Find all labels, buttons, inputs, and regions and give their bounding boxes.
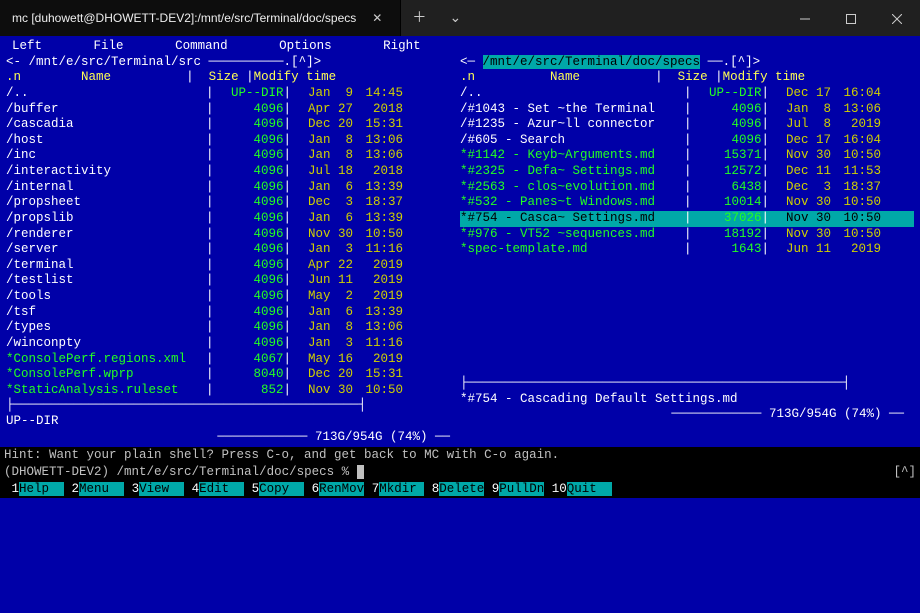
list-item[interactable]: /internal|4096|Jan 613:39 [6, 180, 460, 196]
fkey-number: 3 [124, 482, 139, 496]
right-disk: 713G/954G (74%) [769, 407, 882, 421]
menu-options[interactable]: Options [279, 39, 332, 53]
list-item[interactable]: *#754 - Casca~ Settings.md|37026|Nov 301… [460, 211, 914, 227]
list-item[interactable]: /types|4096|Jan 813:06 [6, 320, 460, 336]
fkey-edit[interactable]: Edit [199, 482, 244, 496]
fkey-number: 7 [364, 482, 379, 496]
list-item[interactable]: /host|4096|Jan 813:06 [6, 133, 460, 149]
window-titlebar: mc [duhowett@DHOWETT-DEV2]:/mnt/e/src/Te… [0, 0, 920, 36]
list-item[interactable]: /#1235 - Azur~ll connector|4096|Jul 8 20… [460, 117, 914, 133]
minimize-button[interactable] [782, 0, 828, 36]
list-item[interactable]: *#976 - VT52 ~sequences.md|18192|Nov 301… [460, 227, 914, 243]
fkey-number: 5 [244, 482, 259, 496]
list-item[interactable]: *#1142 - Keyb~Arguments.md|15371|Nov 301… [460, 148, 914, 164]
left-column-header: .n Name | Size |Modify time [6, 70, 460, 86]
list-item[interactable]: /propslib|4096|Jan 613:39 [6, 211, 460, 227]
list-item[interactable]: /testlist|4096|Jun 11 2019 [6, 273, 460, 289]
list-item[interactable]: /propsheet|4096|Dec 318:37 [6, 195, 460, 211]
right-column-header: .n Name | Size |Modify time [460, 70, 914, 86]
fkey-delete[interactable]: Delete [439, 482, 484, 496]
list-item[interactable]: /#605 - Search|4096|Dec 1716:04 [460, 133, 914, 149]
list-item[interactable]: /winconpty|4096|Jan 311:16 [6, 336, 460, 352]
fkey-number: 8 [424, 482, 439, 496]
list-item[interactable]: /interactivity|4096|Jul 18 2018 [6, 164, 460, 180]
left-summary: UP--DIR [6, 414, 460, 430]
list-item[interactable]: /terminal|4096|Apr 22 2019 [6, 258, 460, 274]
new-tab-button[interactable]: ＋ [401, 9, 437, 27]
menu-bar: Left File Command Options Right [6, 39, 914, 55]
fkey-copy[interactable]: Copy [259, 482, 304, 496]
right-summary: *#754 - Cascading Default Settings.md [460, 392, 914, 408]
menu-right[interactable]: Right [383, 39, 421, 53]
mc-app: Left File Command Options Right <- /mnt/… [0, 36, 920, 613]
fkey-menu[interactable]: Menu [79, 482, 124, 496]
list-item[interactable]: *StaticAnalysis.ruleset|852|Nov 3010:50 [6, 383, 460, 399]
list-item[interactable]: *spec-template.md|1643|Jun 11 2019 [460, 242, 914, 258]
list-item[interactable]: /cascadia|4096|Dec 2015:31 [6, 117, 460, 133]
list-item[interactable]: *#2325 - Defa~ Settings.md|12572|Dec 111… [460, 164, 914, 180]
fkey-help[interactable]: Help [19, 482, 64, 496]
fkey-number: 1 [4, 482, 19, 496]
list-item[interactable]: /renderer|4096|Nov 3010:50 [6, 227, 460, 243]
menu-command[interactable]: Command [175, 39, 228, 53]
function-keys: 1Help 2Menu 3View 4Edit 5Copy 6RenMov 7M… [0, 481, 920, 499]
list-item[interactable]: *ConsolePerf.regions.xml|4067|May 16 201… [6, 352, 460, 368]
list-item[interactable]: /tools|4096|May 2 2019 [6, 289, 460, 305]
menu-left[interactable]: Left [12, 39, 42, 53]
left-panel[interactable]: <- /mnt/e/src/Terminal/src ──────────.[^… [6, 55, 460, 446]
fkey-number: 10 [544, 482, 567, 496]
fkey-number: 6 [304, 482, 319, 496]
list-item[interactable]: /..|UP--DIR|Dec 1716:04 [460, 86, 914, 102]
list-item[interactable]: /..|UP--DIR|Jan 914:45 [6, 86, 460, 102]
fkey-number: 2 [64, 482, 79, 496]
fkey-mkdir[interactable]: Mkdir [379, 482, 424, 496]
fkey-pulldn[interactable]: PullDn [499, 482, 544, 496]
left-disk: 713G/954G (74%) [315, 430, 428, 444]
list-item[interactable]: /inc|4096|Jan 813:06 [6, 148, 460, 164]
list-item[interactable]: *#532 - Panes~t Windows.md|10014|Nov 301… [460, 195, 914, 211]
tab-title: mc [duhowett@DHOWETT-DEV2]:/mnt/e/src/Te… [12, 11, 356, 26]
hint-line: Hint: Want your plain shell? Press C-o, … [0, 447, 920, 465]
close-tab-icon[interactable]: ✕ [366, 9, 388, 28]
right-panel-header: <─ /mnt/e/src/Terminal/doc/specs ──.[^]> [460, 55, 914, 71]
menu-file[interactable]: File [94, 39, 124, 53]
list-item[interactable]: *#2563 - clos~evolution.md|6438|Dec 318:… [460, 180, 914, 196]
fkey-quit[interactable]: Quit [567, 482, 612, 496]
list-item[interactable]: /buffer|4096|Apr 27 2018 [6, 102, 460, 118]
terminal-tab[interactable]: mc [duhowett@DHOWETT-DEV2]:/mnt/e/src/Te… [0, 0, 401, 36]
list-item[interactable]: /tsf|4096|Jan 613:39 [6, 305, 460, 321]
right-path: /mnt/e/src/Terminal/doc/specs [483, 55, 701, 69]
shell-prompt[interactable]: (DHOWETT-DEV2) /mnt/e/src/Terminal/doc/s… [0, 465, 920, 481]
left-path: /mnt/e/src/Terminal/src [29, 55, 202, 69]
list-item[interactable]: /#1043 - Set ~the Terminal|4096|Jan 813:… [460, 102, 914, 118]
list-item[interactable]: *ConsolePerf.wprp|8040|Dec 2015:31 [6, 367, 460, 383]
fkey-view[interactable]: View [139, 482, 184, 496]
fkey-renmov[interactable]: RenMov [319, 482, 364, 496]
left-panel-header: <- /mnt/e/src/Terminal/src ──────────.[^… [6, 55, 460, 71]
tab-dropdown-icon[interactable]: ⌄ [437, 9, 473, 27]
close-window-button[interactable] [874, 0, 920, 36]
list-item[interactable]: /server|4096|Jan 311:16 [6, 242, 460, 258]
fkey-number: 4 [184, 482, 199, 496]
maximize-button[interactable] [828, 0, 874, 36]
right-panel[interactable]: <─ /mnt/e/src/Terminal/doc/specs ──.[^]>… [460, 55, 914, 446]
fkey-number: 9 [484, 482, 499, 496]
